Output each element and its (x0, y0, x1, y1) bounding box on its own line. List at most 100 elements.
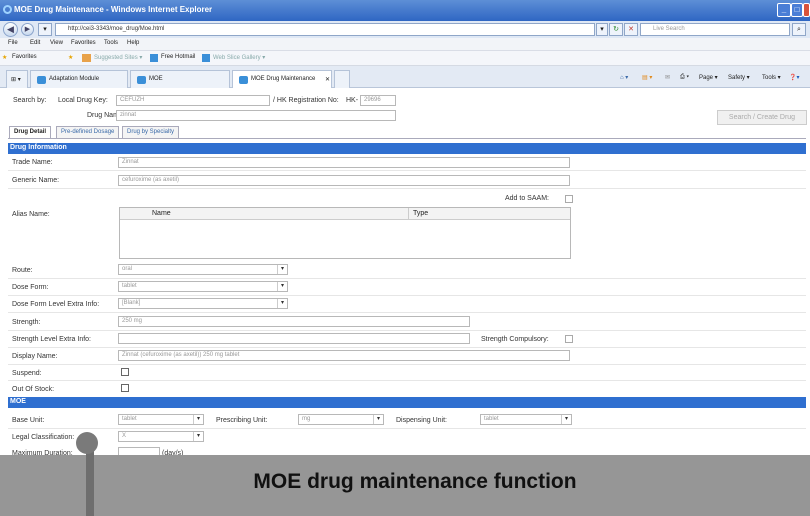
out-of-stock-label: Out Of Stock: (12, 386, 55, 393)
tab-drug-detail[interactable]: Drug Detail (9, 126, 52, 138)
quick-tabs-button[interactable]: ⊞ ▾ (6, 70, 28, 88)
alias-col-name[interactable]: Name (152, 210, 171, 217)
legal-classification-label: Legal Classification: (12, 434, 75, 441)
tab-drug-by-specialty[interactable]: Drug by Specialty (122, 126, 180, 138)
add-to-saam-checkbox[interactable] (565, 195, 573, 203)
dose-form-extra-select[interactable]: [Blank] ▾ (118, 298, 288, 309)
local-drug-key-label: Local Drug Key: (58, 97, 108, 104)
dispensing-unit-select[interactable]: tablet ▾ (480, 414, 572, 425)
suggested-sites-link[interactable]: Suggested Sites ▾ (94, 54, 142, 61)
live-search-input[interactable]: Live Search (640, 23, 790, 36)
caption-text: MOE drug maintenance function (253, 470, 577, 493)
hk-registration-input[interactable]: 29696 (360, 95, 396, 106)
chevron-down-icon: ▾ (561, 415, 571, 424)
page-menu[interactable]: Page ▾ (699, 74, 718, 81)
drug-name-input[interactable]: zinnat (116, 110, 396, 121)
web-slice-gallery-link[interactable]: Web Slice Gallery ▾ (213, 54, 265, 61)
row-divider (8, 170, 806, 171)
menu-view[interactable]: View (50, 40, 63, 46)
strength-compulsory-label: Strength Compulsory: (481, 336, 549, 343)
browser-tab-bar: ⊞ ▾ Adaptation Module MOE MOE Drug Maint… (0, 66, 810, 88)
row-divider (8, 312, 806, 313)
generic-name-input[interactable]: cefuroxime (as axetil) (118, 175, 570, 186)
chevron-down-icon: ▾ (277, 299, 287, 308)
alias-col-type[interactable]: Type (413, 210, 428, 217)
tab-predefined-dosage[interactable]: Pre-defined Dosage (56, 126, 120, 138)
favorites-button[interactable]: Favorites (12, 54, 37, 60)
display-name-label: Display Name: (12, 353, 58, 360)
display-name-input[interactable]: Zinnat (cefuroxime (as axetil)) 250 mg t… (118, 350, 570, 361)
back-button[interactable]: ◀ (3, 22, 18, 37)
menu-favorites[interactable]: Favorites (71, 40, 96, 46)
tab-adaptation-module[interactable]: Adaptation Module (30, 70, 128, 88)
window-title-bar: MOE Drug Maintenance - Windows Internet … (0, 0, 810, 21)
chevron-down-icon: ▾ (373, 415, 383, 424)
suggested-sites-icon (82, 54, 91, 62)
tools-menu[interactable]: Tools ▾ (762, 74, 781, 81)
alias-name-table[interactable]: Name Type (119, 207, 571, 259)
history-dropdown-icon[interactable]: ▾ (38, 23, 52, 36)
menu-file[interactable]: File (8, 40, 18, 46)
help-icon[interactable]: ❓▾ (789, 74, 799, 81)
hk-registration-label: / HK Registration No: (273, 97, 339, 104)
chevron-down-icon: ▾ (277, 282, 287, 291)
trade-name-input[interactable]: Zinnat (118, 157, 570, 168)
home-icon[interactable]: ⌂ ▾ (620, 74, 628, 81)
refresh-icon[interactable]: ↻ (609, 23, 623, 36)
add-favorite-icon[interactable]: ★ (68, 54, 73, 61)
menu-help[interactable]: Help (127, 40, 139, 46)
out-of-stock-checkbox[interactable] (121, 384, 129, 392)
menu-edit[interactable]: Edit (30, 40, 40, 46)
safety-menu[interactable]: Safety ▾ (728, 74, 750, 81)
suspend-checkbox[interactable] (121, 368, 129, 376)
search-icon[interactable]: ⌕ (792, 23, 806, 36)
url-dropdown-icon[interactable]: ▾ (596, 23, 608, 36)
moe-header: MOE (8, 397, 806, 408)
local-drug-key-input[interactable]: CEFUZH (116, 95, 270, 106)
route-label: Route: (12, 267, 33, 274)
row-divider (8, 188, 806, 189)
strength-label: Strength: (12, 319, 41, 326)
close-button[interactable] (803, 3, 810, 17)
menu-tools[interactable]: Tools (104, 40, 118, 46)
menu-bar: File Edit View Favorites Tools Help (0, 38, 810, 51)
minimize-button[interactable]: _ (777, 3, 791, 17)
row-divider (8, 278, 806, 279)
url-input[interactable]: http://cei3-3343/moe_drug/Moe.html (55, 23, 595, 36)
forward-button[interactable]: ▶ (21, 23, 34, 36)
stop-icon[interactable]: ✕ (624, 23, 638, 36)
close-tab-icon[interactable]: ✕ (325, 76, 330, 83)
strength-extra-input[interactable] (118, 333, 470, 344)
row-divider (8, 347, 806, 348)
favorites-star-icon: ★ (2, 55, 8, 61)
row-divider (8, 330, 806, 331)
tab-strip-divider (8, 138, 806, 139)
print-icon[interactable]: ⎙ ▾ (680, 74, 689, 81)
dose-form-extra-label: Dose Form Level Extra Info: (12, 301, 100, 308)
favorites-bar: ★ Favorites ★ Suggested Sites ▾ Free Hot… (0, 51, 810, 66)
alias-table-header: Name Type (120, 208, 570, 220)
prescribing-unit-label: Prescribing Unit: (216, 417, 268, 424)
new-tab-button[interactable] (334, 70, 350, 88)
chevron-down-icon: ▾ (277, 265, 287, 274)
feeds-icon[interactable]: ▤ ▾ (642, 74, 652, 81)
read-mail-icon[interactable]: ✉ (665, 74, 670, 81)
search-create-drug-button[interactable]: Search / Create Drug (717, 110, 807, 125)
maximize-button[interactable]: □ (791, 3, 803, 17)
route-select[interactable]: oral ▾ (118, 264, 288, 275)
strength-compulsory-checkbox[interactable] (565, 335, 573, 343)
prescribing-unit-select[interactable]: mg ▾ (298, 414, 384, 425)
legal-classification-select[interactable]: X ▾ (118, 431, 204, 442)
tab-page-icon (137, 76, 146, 84)
alias-name-label: Alias Name: (12, 211, 50, 218)
tab-moe[interactable]: MOE (130, 70, 230, 88)
free-hotmail-link[interactable]: Free Hotmail (161, 54, 195, 60)
base-unit-select[interactable]: tablet ▾ (118, 414, 204, 425)
address-bar: ◀ ▶ ▾ http://cei3-3343/moe_drug/Moe.html… (0, 21, 810, 38)
tab-moe-drug-maintenance[interactable]: MOE Drug Maintenance ✕ (232, 70, 332, 88)
chevron-down-icon: ▾ (193, 415, 203, 424)
dose-form-select[interactable]: tablet ▾ (118, 281, 288, 292)
search-by-label: Search by: (13, 97, 47, 104)
generic-name-label: Generic Name: (12, 177, 60, 184)
strength-input[interactable]: 250 mg (118, 316, 470, 327)
